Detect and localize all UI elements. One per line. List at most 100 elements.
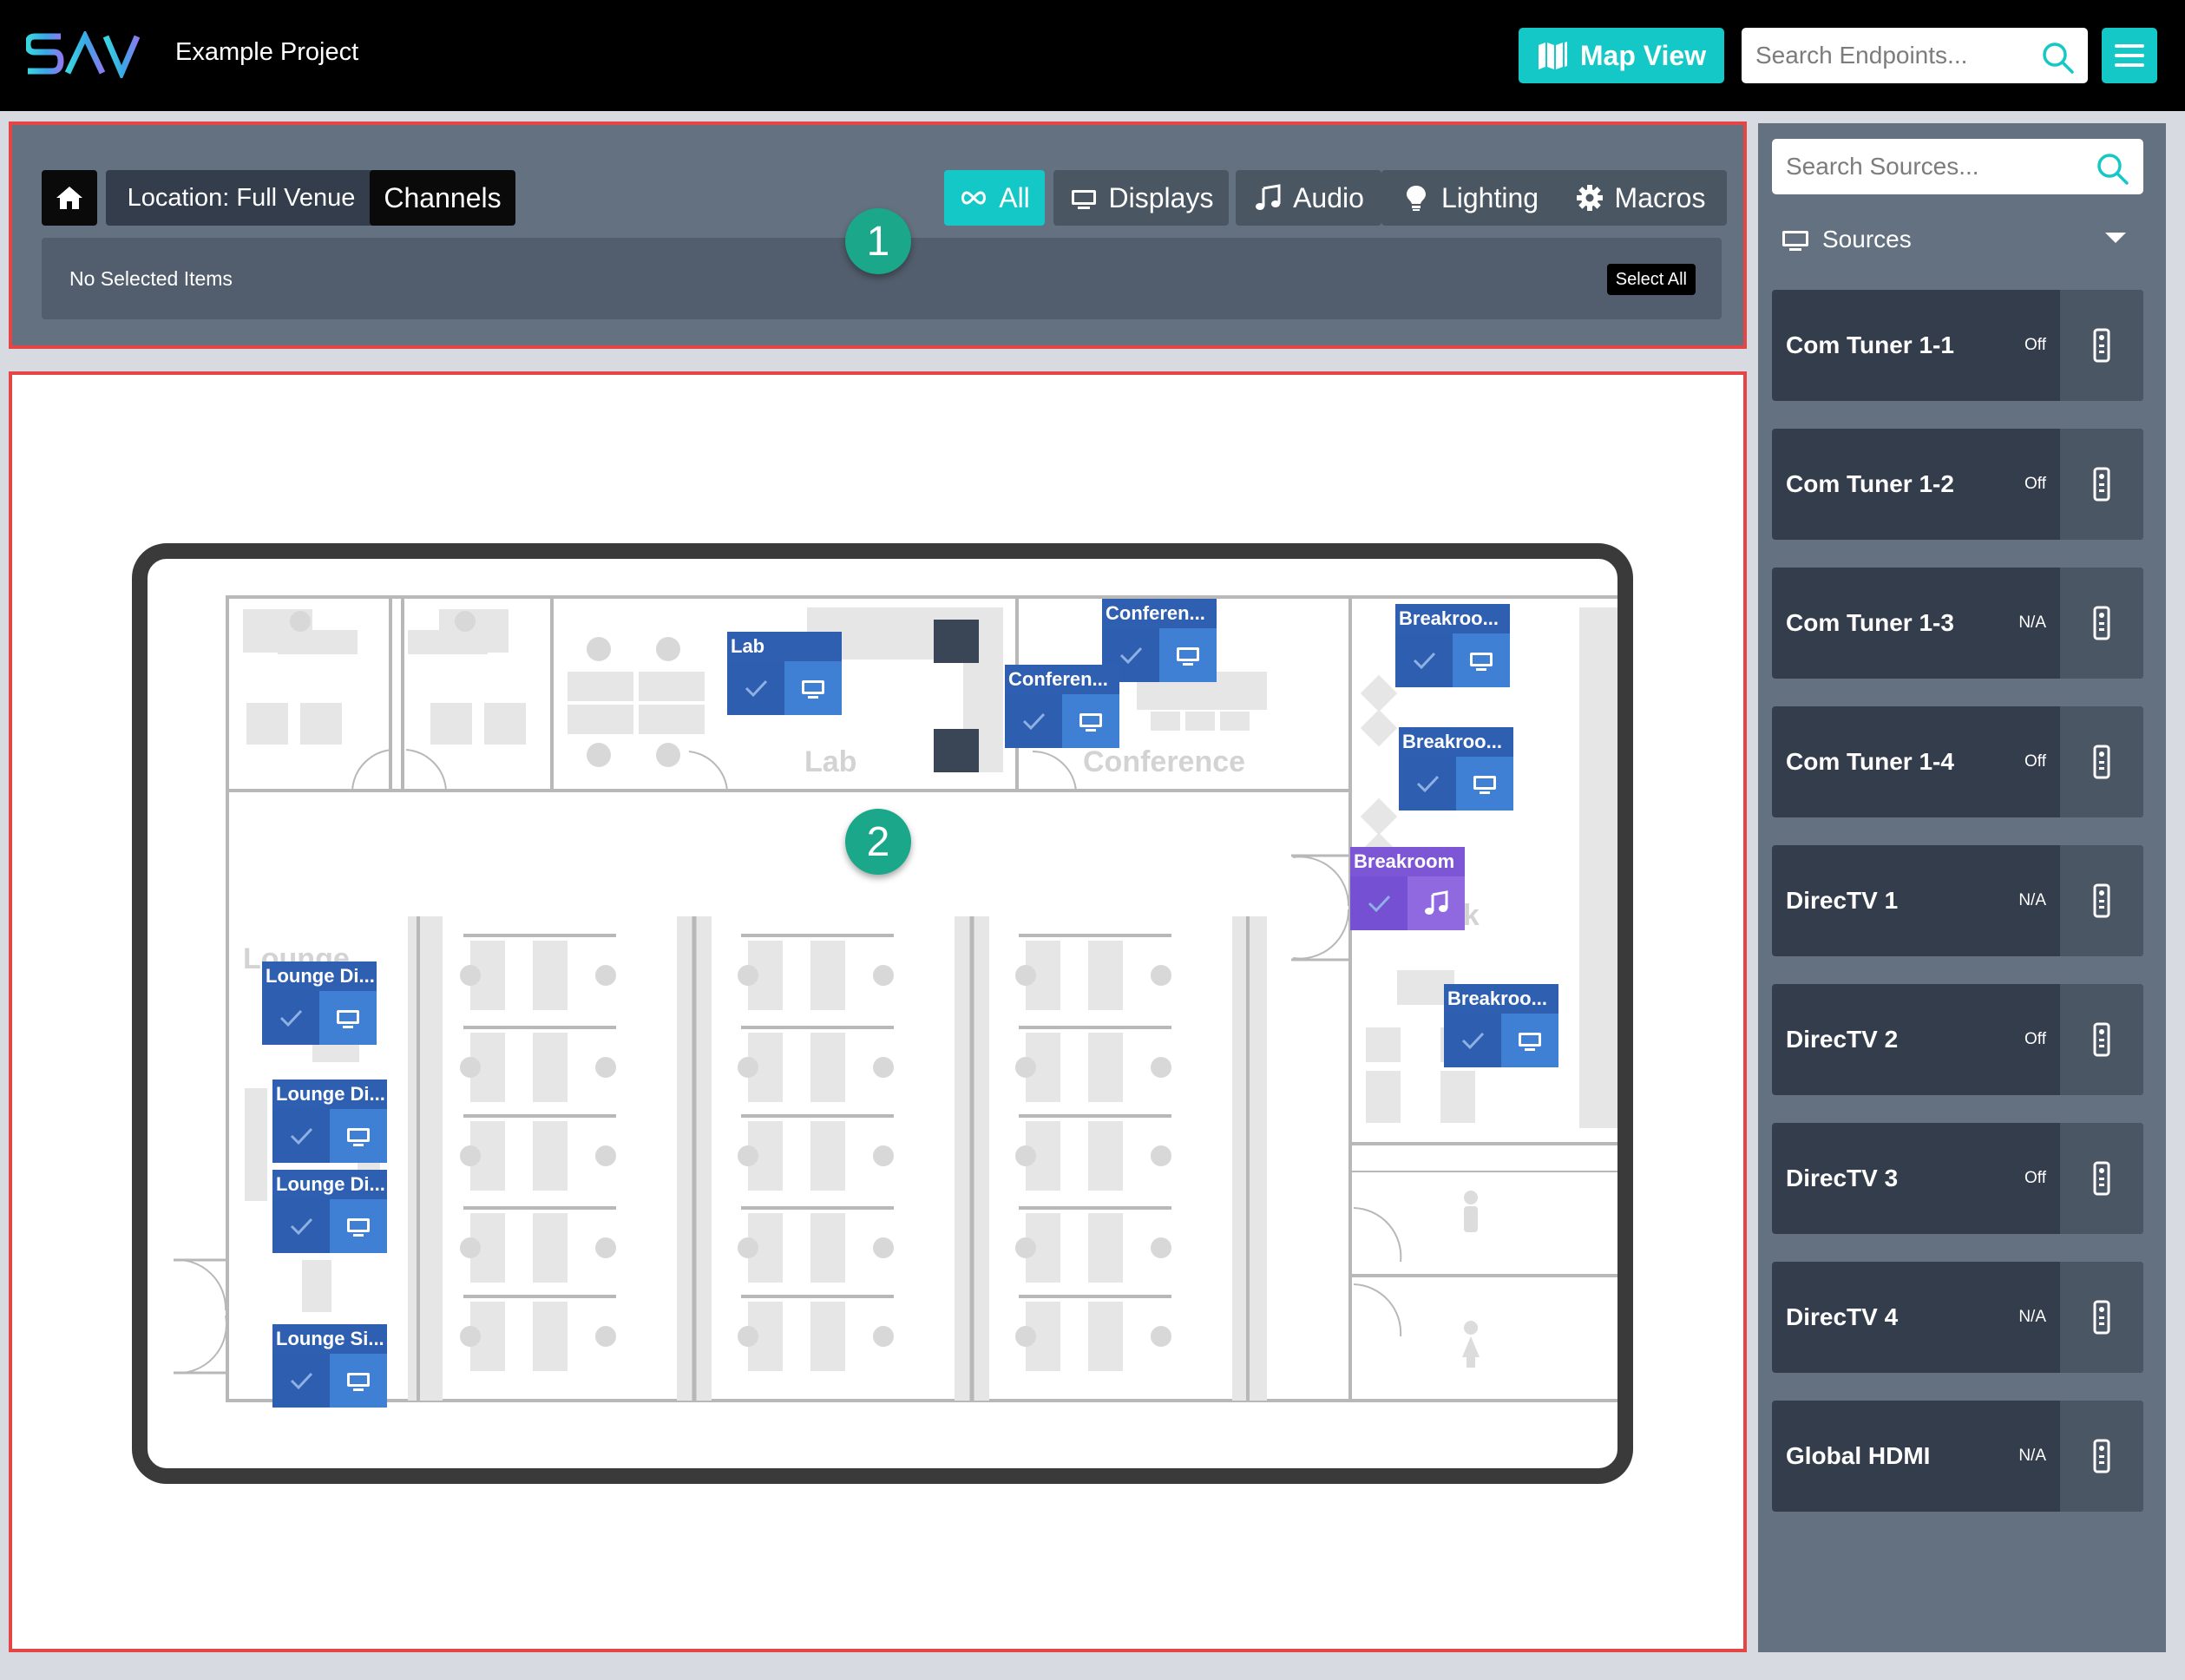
channels-button[interactable]: Channels: [370, 170, 515, 226]
filter-all-button[interactable]: All: [944, 170, 1045, 226]
caret-down-icon[interactable]: [2105, 233, 2126, 243]
endpoint-type-button[interactable]: [330, 1109, 387, 1163]
source-item[interactable]: DirecTV 1 N/A: [1772, 845, 2143, 956]
source-remote-button[interactable]: [2060, 706, 2143, 817]
display-icon: [337, 1010, 359, 1028]
endpoint-select-toggle[interactable]: [1395, 633, 1453, 687]
remote-icon: [2093, 328, 2110, 363]
endpoint-select-toggle[interactable]: [1399, 757, 1456, 810]
endpoint-tile[interactable]: Conferen...: [1005, 665, 1119, 748]
endpoint-tile[interactable]: Breakroo...: [1395, 604, 1510, 687]
source-status: Off: [2024, 1169, 2046, 1187]
source-remote-button[interactable]: [2060, 290, 2143, 401]
source-status: N/A: [2018, 614, 2046, 632]
display-icon: [1071, 190, 1096, 209]
endpoint-name: Lounge Di...: [272, 1080, 387, 1109]
endpoint-type-button[interactable]: [784, 661, 842, 715]
search-endpoints-input[interactable]: [1742, 28, 2019, 83]
endpoint-select-toggle[interactable]: [272, 1109, 330, 1163]
endpoint-tile[interactable]: Breakroo...: [1444, 984, 1558, 1067]
top-header: Example Project Map View: [0, 0, 2185, 111]
source-remote-button[interactable]: [2060, 1401, 2143, 1512]
source-item[interactable]: DirecTV 2 Off: [1772, 984, 2143, 1095]
lightbulb-icon: [1406, 186, 1426, 211]
search-icon[interactable]: [2095, 151, 2129, 186]
endpoint-tile[interactable]: Lounge Si...: [272, 1324, 387, 1408]
filter-lighting-button[interactable]: Lighting: [1381, 170, 1558, 226]
check-icon: [1119, 646, 1143, 665]
endpoint-select-toggle[interactable]: [262, 991, 319, 1045]
home-icon: [56, 187, 82, 209]
source-item[interactable]: Global HDMI N/A: [1772, 1401, 2143, 1512]
endpoint-select-toggle[interactable]: [727, 661, 784, 715]
source-item[interactable]: Com Tuner 1-3 N/A: [1772, 568, 2143, 679]
check-icon: [279, 1009, 303, 1027]
source-status: N/A: [2018, 1447, 2046, 1465]
remote-icon: [2093, 1022, 2110, 1057]
endpoint-tile[interactable]: Lab: [727, 632, 842, 715]
source-item[interactable]: Com Tuner 1-4 Off: [1772, 706, 2143, 817]
filter-displays-label: Displays: [1108, 181, 1214, 213]
endpoint-select-toggle[interactable]: [272, 1354, 330, 1408]
endpoint-tile[interactable]: Breakroo...: [1399, 727, 1513, 810]
menu-icon-bar: [2115, 63, 2144, 67]
check-icon: [290, 1127, 313, 1145]
home-button[interactable]: [42, 170, 97, 226]
music-note-icon: [1256, 184, 1281, 210]
source-item[interactable]: Com Tuner 1-1 Off: [1772, 290, 2143, 401]
endpoint-name: Breakroom: [1350, 847, 1465, 876]
map-view-button[interactable]: Map View: [1519, 28, 1724, 83]
endpoint-type-button[interactable]: [1407, 876, 1465, 930]
check-icon: [745, 679, 768, 698]
source-remote-button[interactable]: [2060, 845, 2143, 956]
check-icon: [1461, 1032, 1485, 1050]
filter-lighting-label: Lighting: [1440, 181, 1539, 213]
endpoint-tile[interactable]: Lounge Di...: [272, 1170, 387, 1253]
source-remote-button[interactable]: [2060, 1262, 2143, 1373]
source-item[interactable]: Com Tuner 1-2 Off: [1772, 429, 2143, 540]
endpoint-select-toggle[interactable]: [1005, 694, 1062, 748]
source-name: Com Tuner 1-4: [1786, 748, 1954, 775]
desk-clusters: [460, 934, 1171, 1371]
endpoint-name: Lounge Di...: [272, 1170, 387, 1199]
source-item[interactable]: DirecTV 4 N/A: [1772, 1262, 2143, 1373]
filter-macros-button[interactable]: Macros: [1553, 170, 1727, 226]
filter-all-label: All: [999, 181, 1030, 213]
endpoint-tile[interactable]: Lounge Di...: [262, 961, 377, 1045]
endpoint-type-button[interactable]: [1062, 694, 1119, 748]
endpoint-select-toggle[interactable]: [272, 1199, 330, 1253]
search-endpoints-field[interactable]: [1742, 28, 2088, 83]
endpoint-type-button[interactable]: [1453, 633, 1510, 687]
sources-dropdown[interactable]: Sources: [1772, 213, 2143, 266]
filter-displays-button[interactable]: Displays: [1053, 170, 1229, 226]
endpoint-select-toggle[interactable]: [1350, 876, 1407, 930]
step-badge-2: 2: [845, 809, 911, 875]
endpoint-type-button[interactable]: [1456, 757, 1513, 810]
search-sources-input[interactable]: [1772, 139, 2076, 194]
endpoint-type-button[interactable]: [330, 1354, 387, 1408]
endpoint-tile[interactable]: Breakroom: [1350, 847, 1465, 930]
endpoint-type-button[interactable]: [1159, 628, 1217, 682]
source-name: Global HDMI: [1786, 1442, 1931, 1469]
search-icon[interactable]: [2040, 40, 2075, 75]
display-icon: [1079, 713, 1102, 732]
endpoint-type-button[interactable]: [319, 991, 377, 1045]
map-view-label: Map View: [1579, 39, 1707, 71]
savi-logo[interactable]: [26, 31, 163, 78]
source-item[interactable]: DirecTV 3 Off: [1772, 1123, 2143, 1234]
location-button[interactable]: Location: Full Venue: [106, 170, 377, 226]
remote-icon: [2093, 606, 2110, 640]
source-name: DirecTV 1: [1786, 887, 1899, 914]
endpoint-tile[interactable]: Lounge Di...: [272, 1080, 387, 1163]
source-remote-button[interactable]: [2060, 984, 2143, 1095]
endpoint-type-button[interactable]: [1501, 1014, 1558, 1067]
endpoint-type-button[interactable]: [330, 1199, 387, 1253]
search-sources-field[interactable]: [1772, 139, 2143, 194]
source-remote-button[interactable]: [2060, 429, 2143, 540]
source-remote-button[interactable]: [2060, 1123, 2143, 1234]
menu-button[interactable]: [2102, 28, 2157, 83]
select-all-button[interactable]: Select All: [1606, 264, 1696, 295]
endpoint-select-toggle[interactable]: [1444, 1014, 1501, 1067]
source-remote-button[interactable]: [2060, 568, 2143, 679]
filter-audio-button[interactable]: Audio: [1236, 170, 1381, 226]
